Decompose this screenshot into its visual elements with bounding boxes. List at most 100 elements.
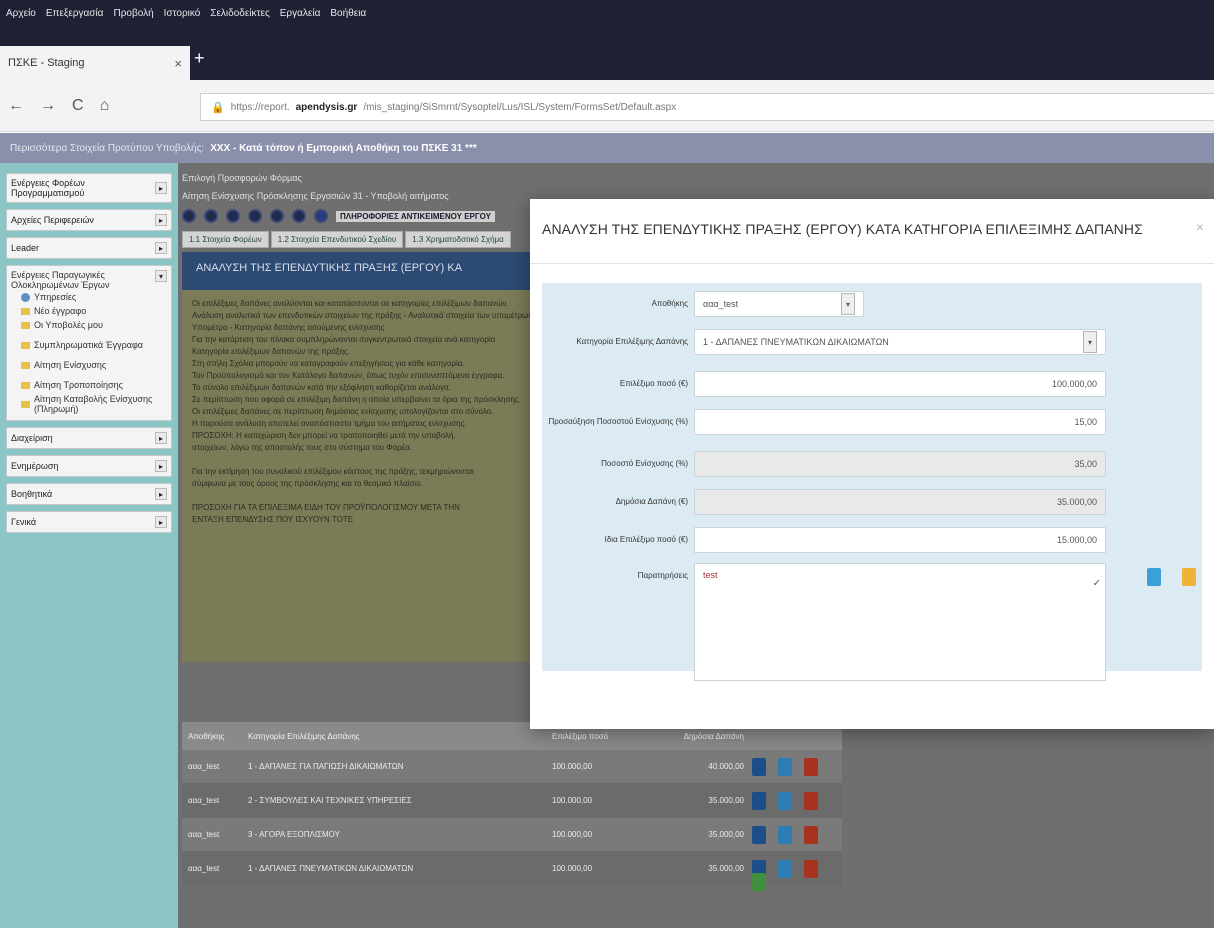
eligible-amount-input[interactable]: 100.000,00	[694, 371, 1106, 397]
category-select[interactable]: 1 - ΔΑΠΑΝΕΣ ΠΝΕΥΜΑΤΙΚΩΝ ΔΙΚΑΙΩΜΑΤΩΝ ▾	[694, 329, 1106, 355]
sidebar-subitem[interactable]: Αίτηση Τροποποίησης	[11, 378, 167, 392]
delete-icon[interactable]	[804, 825, 818, 844]
sidebar-item-0[interactable]: Ενέργειες Φορέων Προγραμματισμού ▸	[6, 173, 172, 203]
edit-icon[interactable]	[778, 757, 792, 776]
menu-help[interactable]: Βοήθεια	[330, 8, 366, 19]
expand-icon[interactable]: ▸	[155, 182, 167, 194]
subtab-3[interactable]: 1.3 Χρηματοδοτικό Σχήμα	[405, 231, 511, 248]
forward-icon[interactable]: →	[40, 97, 56, 115]
cell-amount: 100.000,00	[552, 796, 593, 805]
step-dot[interactable]	[226, 209, 240, 223]
expense-table: Αποθήκης Κατηγορία Επιλέξιμης Δαπάνης Επ…	[182, 722, 842, 886]
save-button[interactable]	[1147, 568, 1161, 586]
sidebar-subitem[interactable]: Οι Υποβολές μου	[11, 318, 167, 332]
comments-textarea[interactable]: test ✓	[694, 563, 1106, 681]
collapse-icon[interactable]: ▾	[155, 270, 167, 282]
add-row-button[interactable]	[752, 873, 766, 891]
sidebar-item-label: Leader	[11, 243, 40, 253]
view-icon[interactable]	[752, 825, 766, 844]
cell-category: 1 - ΔΑΠΑΝΕΣ ΓΙΑ ΠΑΓΙΩΣΗ ΔΙΚΑΙΩΜΑΤΩΝ	[248, 762, 404, 771]
step-dot[interactable]	[182, 209, 196, 223]
step-dot[interactable]	[204, 209, 218, 223]
home-icon[interactable]: ⌂	[100, 97, 110, 115]
aid-rate-readonly: 35,00	[694, 451, 1106, 477]
own-amount-input[interactable]: 15.000,00	[694, 527, 1106, 553]
sidebar-subitem[interactable]: Αίτηση Καταβολής Ενίσχυσης (Πληρωμή)	[11, 392, 167, 416]
sidebar-item-3[interactable]: Ενέργειες Παραγωγικές Ολοκληρωμένων Έργω…	[11, 270, 167, 290]
expand-icon[interactable]: ▸	[155, 214, 167, 226]
modal-title: ΑΝΑΛΥΣΗ ΤΗΣ ΕΠΕΝΔΥΤΙΚΗΣ ΠΡΑΞΗΣ (ΕΡΓΟΥ) Κ…	[542, 221, 1143, 237]
category-value: 1 - ΔΑΠΑΝΕΣ ΠΝΕΥΜΑΤΙΚΩΝ ΔΙΚΑΙΩΜΑΤΩΝ	[703, 337, 889, 347]
subitem-label: Υπηρεσίες	[34, 292, 77, 302]
expand-icon[interactable]: ▸	[155, 460, 167, 472]
sidebar-item-aux[interactable]: Βοηθητικά ▸	[6, 483, 172, 505]
sidebar-subitem[interactable]: Νέο έγγραφο	[11, 304, 167, 318]
sidebar-item-admin[interactable]: Διαχείριση ▸	[6, 427, 172, 449]
cell-amount: 100.000,00	[552, 762, 593, 771]
col-header: Αποθήκης	[188, 731, 225, 741]
sidebar-item-1[interactable]: Αρχείες Περιφερειών ▸	[6, 209, 172, 231]
surcharge-input[interactable]: 15,00	[694, 409, 1106, 435]
menu-edit[interactable]: Επεξεργασία	[46, 8, 104, 19]
menu-file[interactable]: Αρχείο	[6, 8, 36, 19]
row-actions	[752, 791, 818, 810]
field-warehouse: Αποθήκης ααα_test ▾	[542, 291, 864, 317]
modal-divider	[530, 263, 1214, 264]
field-label: Παρατηρήσεις	[637, 571, 688, 580]
view-icon[interactable]	[752, 757, 766, 776]
chevron-down-icon[interactable]: ▾	[1083, 331, 1097, 353]
cell-amount: 100.000,00	[552, 864, 593, 873]
sidebar-subitem[interactable]: Συμπληρωματικά Έγγραφα	[11, 338, 167, 352]
field-surcharge: Προσαύξηση Ποσοστού Ενίσχυσης (%) 15,00	[542, 409, 1106, 435]
cell-amount: 100.000,00	[552, 830, 593, 839]
cell-category: 2 - ΣΥΜΒΟΥΛΕΣ ΚΑΙ ΤΕΧΝΙΚΕΣ ΥΠΗΡΕΣΙΕΣ	[248, 796, 412, 805]
sidebar-item-2[interactable]: Leader ▸	[6, 237, 172, 259]
chevron-down-icon[interactable]: ▾	[841, 293, 855, 315]
step-dot-active[interactable]	[314, 209, 328, 223]
folder-icon	[21, 321, 30, 329]
sidebar-subitem[interactable]: Υπηρεσίες	[11, 290, 167, 304]
sidebar-item-info[interactable]: Ενημέρωση ▸	[6, 455, 172, 477]
browser-tab[interactable]: ΠΣΚΕ - Staging ×	[0, 46, 190, 80]
menu-history[interactable]: Ιστορικό	[164, 8, 201, 19]
menu-tools[interactable]: Εργαλεία	[280, 8, 321, 19]
delete-icon[interactable]	[804, 757, 818, 776]
sidebar-subitem[interactable]: Αίτηση Ενίσχυσης	[11, 358, 167, 372]
url-bar[interactable]: 🔒 https://report. apendysis.gr/mis_stagin…	[200, 93, 1214, 121]
field-comments: Παρατηρήσεις test ✓	[542, 563, 1106, 681]
delete-icon[interactable]	[804, 859, 818, 878]
cancel-button[interactable]	[1182, 568, 1196, 586]
subitem-label: Οι Υποβολές μου	[34, 320, 103, 330]
expand-icon[interactable]: ▸	[155, 242, 167, 254]
sidebar-item-label: Ενέργειες Φορέων Προγραμματισμού	[11, 178, 85, 198]
sidebar-item-general[interactable]: Γενικά ▸	[6, 511, 172, 533]
new-tab-button[interactable]: +	[194, 48, 205, 68]
edit-icon[interactable]	[778, 859, 792, 878]
subitem-label: Αίτηση Καταβολής Ενίσχυσης (Πληρωμή)	[34, 394, 153, 414]
close-icon[interactable]: ×	[1196, 219, 1204, 235]
back-icon[interactable]: ←	[8, 97, 24, 115]
menu-bookmarks[interactable]: Σελιδοδείκτες	[210, 8, 269, 19]
expand-icon[interactable]: ▸	[155, 488, 167, 500]
close-icon[interactable]: ×	[174, 56, 182, 71]
expand-icon[interactable]: ▸	[155, 432, 167, 444]
expand-icon[interactable]: ▸	[155, 516, 167, 528]
step-dot[interactable]	[270, 209, 284, 223]
view-icon[interactable]	[752, 791, 766, 810]
reload-icon[interactable]: C	[72, 97, 84, 115]
step-dot[interactable]	[292, 209, 306, 223]
warehouse-select[interactable]: ααα_test ▾	[694, 291, 864, 317]
delete-icon[interactable]	[804, 791, 818, 810]
menu-view[interactable]: Προβολή	[113, 8, 153, 19]
row-actions	[752, 757, 818, 776]
url-host: apendysis.gr	[295, 101, 358, 113]
step-dot[interactable]	[248, 209, 262, 223]
table-row: ααα_test 3 - ΑΓΟΡΑ ΕΞΟΠΛΙΣΜΟΥ 100.000,00…	[182, 818, 842, 852]
edit-icon[interactable]	[778, 825, 792, 844]
edit-icon[interactable]	[778, 791, 792, 810]
field-own-amount: Ιδια Επιλέξιμο ποσό (€) 15.000,00	[542, 527, 1106, 553]
lock-icon: 🔒	[211, 101, 225, 114]
sidebar-item-label: Ενημέρωση	[11, 461, 59, 471]
subtab-1[interactable]: 1.1 Στοιχεία Φορέων	[182, 231, 269, 248]
subtab-2[interactable]: 1.2 Στοιχεία Επενδυτικού Σχεδίου	[270, 231, 404, 248]
